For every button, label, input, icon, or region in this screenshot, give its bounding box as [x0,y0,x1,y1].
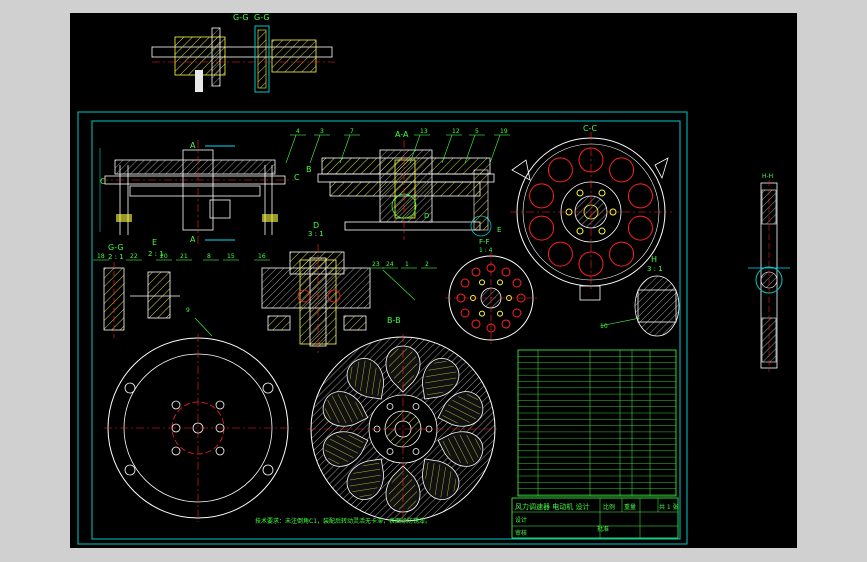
balloon-number: 23 [372,261,380,268]
balloon-number: 3 [320,128,324,135]
technical-notes: 技术要求：未注倒角C1，装配后转动灵活无卡滞，表面涂防锈漆。 [255,517,431,525]
balloon-number: 22 [130,253,138,260]
balloon-number: 13 [420,128,428,135]
title-block-weight: 重量 [624,503,636,511]
view-cc-label: C-C [583,124,597,133]
balloon-number: 9 [186,307,190,314]
view-side-label: H-H [762,173,773,180]
title-block-approved: 批准 [597,525,609,533]
balloon-number: 15 [227,253,235,260]
view-f-scale: 1 : 4 [479,247,493,254]
balloon-number: 4 [296,128,300,135]
marker-e: E [497,226,501,234]
balloon-number: 16 [258,253,266,260]
balloon-number: 2 [425,261,429,268]
drawing-title: 风力调速器 电动机 设计 [515,502,589,511]
balloon-number: 7 [350,128,354,135]
view-gg-scale: 2 : 1 [108,253,124,261]
title-block-drawn: 设计 [515,516,527,524]
marker-a-bottom: A [190,235,196,244]
title-block-sheet: 共 1 张 [659,503,679,511]
marker-c-left: C [100,177,106,186]
title-block-checked: 审核 [515,529,527,537]
balloon-number: 10 [600,323,608,330]
balloon-number: 18 [97,253,105,260]
balloon-number: 20 [160,253,168,260]
view-d-label: D [313,221,319,230]
view-aa-label: A-A [395,130,409,139]
balloon-number: 12 [452,128,460,135]
view-f-label: F-F [479,238,490,246]
marker-c-right: C [294,173,300,182]
marker-d: D [424,212,429,220]
cad-drawing[interactable]: G-G G-G A A C C A-A B D D 3: 1 F-F 1: … [0,0,867,562]
balloon-number: 5 [475,128,479,135]
balloon-number: 8 [207,253,211,260]
view-h-scale: 3 : 1 [647,265,663,273]
balloon-number: 1 [405,261,409,268]
balloon-number: 19 [500,128,508,135]
cad-viewer: G-G G-G A A C C A-A B D D 3: 1 F-F 1: … [0,0,867,562]
view-h-label: H [651,255,657,264]
title-block-scale: 比例 [603,503,615,511]
marker-b: B [306,165,312,174]
balloon-number: 24 [386,261,394,268]
view-gg-top-label: G-G [233,13,249,22]
balloon-number: 21 [180,253,188,260]
view-gg-label: G-G [108,243,124,252]
marker-a-top: A [190,141,196,150]
view-d-scale: 3 : 1 [308,230,324,238]
view-gg-top-label-2: G-G [254,13,270,22]
view-bb-label: B-B [387,316,401,325]
view-e-label: E [152,238,157,247]
